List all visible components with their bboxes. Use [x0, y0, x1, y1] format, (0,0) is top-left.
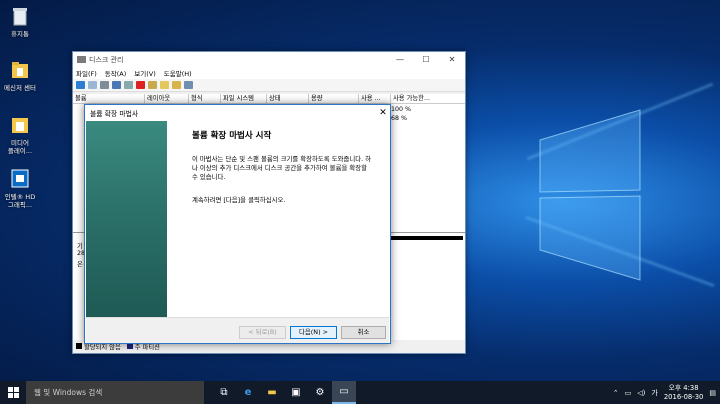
- store-icon[interactable]: ▣: [284, 381, 308, 404]
- desktop-icon-label: 메신저 센터: [4, 84, 36, 92]
- edge-browser-icon[interactable]: e: [236, 381, 260, 404]
- clock[interactable]: 오후 4:38 2016-08-30: [664, 384, 704, 402]
- column-header[interactable]: 상태: [267, 94, 309, 103]
- notifications-icon[interactable]: ▤: [709, 389, 716, 397]
- forward-arrow-icon[interactable]: [88, 81, 97, 89]
- column-header[interactable]: 사용 가능한...: [391, 94, 465, 103]
- desktop-icon-label: 휴지통: [11, 30, 29, 38]
- system-tray: ⌃ ▭ ◁) 가 오후 4:38 2016-08-30 ▤: [613, 384, 720, 402]
- start-button[interactable]: [0, 381, 26, 404]
- wizard-side-panel: [86, 121, 167, 317]
- column-header[interactable]: 파일 시스템: [221, 94, 267, 103]
- menu-action[interactable]: 동작(A): [105, 68, 126, 78]
- wizard-title: 볼륨 확장 마법사: [90, 109, 139, 118]
- wizard-close-button[interactable]: ✕: [376, 108, 390, 118]
- intel-graphics-icon: [9, 167, 31, 191]
- desktop-icon-label: 미디어 플레이...: [7, 139, 33, 155]
- table-cell: 68 %: [391, 115, 407, 122]
- view-icon[interactable]: [184, 81, 193, 89]
- wizard-button-bar: < 뒤로(B) 다음(N) > 취소: [86, 317, 389, 343]
- delete-icon[interactable]: [136, 81, 145, 89]
- check-icon[interactable]: [148, 81, 157, 89]
- settings-icon[interactable]: ⚙: [308, 381, 332, 404]
- desktop-icon-label: 인텔® HD 그래픽...: [4, 193, 36, 209]
- help-icon[interactable]: [112, 81, 121, 89]
- column-header[interactable]: 사용 ...: [359, 94, 391, 103]
- keyboard-language-icon[interactable]: 가: [651, 388, 657, 398]
- desktop-icon-messenger[interactable]: 메신저 센터: [0, 58, 40, 92]
- list-icon[interactable]: [124, 81, 133, 89]
- search-placeholder: 웹 및 Windows 검색: [34, 388, 103, 397]
- desktop-icon-recycle-bin[interactable]: 휴지통: [0, 4, 40, 38]
- menu-bar: 파일(F) 동작(A) 보기(V) 도움말(H): [73, 67, 465, 79]
- windows-logo-wallpaper: [539, 109, 641, 281]
- column-header[interactable]: 용량: [309, 94, 359, 103]
- menu-view[interactable]: 보기(V): [134, 68, 155, 78]
- windows-start-icon: [7, 387, 19, 398]
- back-button[interactable]: < 뒤로(B): [239, 326, 286, 339]
- taskbar-search-box[interactable]: 웹 및 Windows 검색: [26, 381, 204, 404]
- clock-date: 2016-08-30: [663, 392, 704, 401]
- wizard-description: 이 마법사는 단순 및 스팬 볼륨의 크기를 확장하도록 도와줍니다. 하나 이…: [192, 155, 372, 181]
- disk-label: 기: [77, 243, 83, 250]
- wizard-titlebar[interactable]: 볼륨 확장 마법사 ✕: [85, 105, 390, 120]
- desktop-icon-media-player[interactable]: 미디어 플레이...: [0, 113, 40, 155]
- disk-management-taskbar-icon[interactable]: ▭: [332, 381, 356, 404]
- media-player-icon: [9, 113, 31, 137]
- new-icon[interactable]: [160, 81, 169, 89]
- properties-icon[interactable]: [100, 81, 109, 89]
- disk-label: 온: [77, 261, 83, 268]
- chevron-up-icon[interactable]: ⌃: [613, 389, 619, 397]
- maximize-button[interactable]: ☐: [413, 55, 439, 64]
- close-button[interactable]: ✕: [439, 55, 465, 64]
- table-cell: 100 %: [391, 106, 412, 113]
- open-icon[interactable]: [172, 81, 181, 89]
- desktop-icon-intel-graphics[interactable]: 인텔® HD 그래픽...: [0, 167, 40, 209]
- partition-bar[interactable]: [387, 236, 463, 240]
- taskbar: 웹 및 Windows 검색 ⧉ e ▬ ▣ ⚙ ▭ ⌃ ▭ ◁) 가 오후 4…: [0, 381, 720, 404]
- minimize-button[interactable]: —: [387, 55, 413, 64]
- next-button[interactable]: 다음(N) >: [290, 326, 337, 339]
- window-titlebar[interactable]: 디스크 관리 — ☐ ✕: [73, 52, 465, 67]
- window-title: 디스크 관리: [89, 55, 124, 64]
- network-icon[interactable]: ▭: [625, 389, 632, 397]
- cancel-button[interactable]: 취소: [341, 326, 386, 339]
- column-header[interactable]: 볼륨: [73, 94, 145, 103]
- column-header[interactable]: 형식: [189, 94, 221, 103]
- clock-time: 오후 4:38: [668, 383, 699, 392]
- back-arrow-icon[interactable]: [76, 81, 85, 89]
- volume-list-header: 볼륨 레이아웃 형식 파일 시스템 상태 용량 사용 ... 사용 가능한...: [73, 94, 465, 104]
- menu-help[interactable]: 도움말(H): [164, 68, 192, 78]
- legend-swatch: [76, 343, 82, 349]
- volume-icon[interactable]: ◁): [637, 389, 645, 397]
- menu-file[interactable]: 파일(F): [76, 68, 97, 78]
- wizard-heading: 볼륨 확장 마법사 시작: [192, 131, 272, 141]
- column-header[interactable]: 레이아웃: [145, 94, 189, 103]
- task-view-icon[interactable]: ⧉: [212, 381, 236, 404]
- recycle-bin-icon: [9, 4, 31, 28]
- extend-volume-wizard: 볼륨 확장 마법사 ✕ 볼륨 확장 마법사 시작 이 마법사는 단순 및 스팬 …: [84, 104, 391, 344]
- file-explorer-icon[interactable]: ▬: [260, 381, 284, 404]
- disk-management-icon: [77, 56, 86, 63]
- toolbar: [73, 79, 465, 92]
- folder-icon: [9, 58, 31, 82]
- wizard-instruction: 계속하려면 [다음]을 클릭하십시오.: [192, 196, 286, 204]
